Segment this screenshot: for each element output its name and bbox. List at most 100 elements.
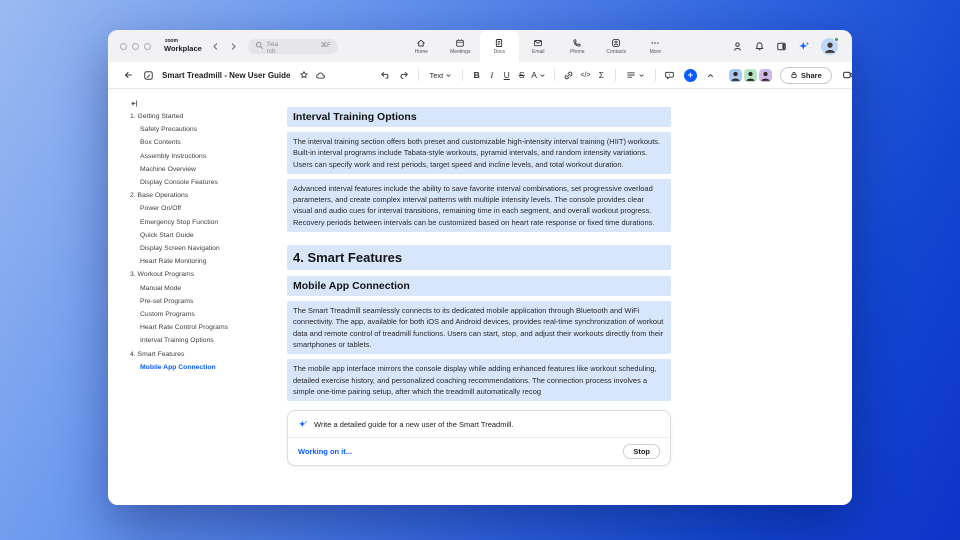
sync-status-button[interactable]	[312, 67, 328, 83]
collapse-sidebar-button[interactable]	[130, 97, 270, 110]
toc-item[interactable]: Safety Precautions	[108, 123, 270, 136]
toc-item-active[interactable]: Mobile App Connection	[108, 361, 270, 374]
tab-email[interactable]: Email	[519, 30, 558, 62]
toc-item[interactable]: Manual Mode	[108, 282, 270, 295]
divider	[418, 69, 420, 81]
doc-title[interactable]: Smart Treadmill - New User Guide	[162, 71, 290, 80]
tab-docs[interactable]: Docs	[479, 30, 519, 62]
code-button[interactable]: </>	[577, 72, 594, 79]
align-icon	[627, 72, 635, 78]
tab-phone[interactable]: Phone	[558, 30, 597, 62]
comment-button[interactable]	[662, 67, 678, 83]
toc-item[interactable]: Assembly Instructions	[108, 150, 270, 163]
doc-pen-icon	[143, 70, 153, 80]
search-placeholder: Search	[266, 40, 279, 56]
titlebar-right-actions	[732, 36, 852, 55]
doc-paragraph[interactable]: The Smart Treadmill seamlessly connects …	[287, 301, 671, 355]
nav-back-button[interactable]	[211, 42, 220, 51]
toc-item[interactable]: Machine Overview	[108, 163, 270, 176]
tab-meetings-label: Meetings	[450, 48, 471, 55]
font-color-dropdown[interactable]: A	[531, 70, 546, 80]
align-dropdown[interactable]	[626, 70, 645, 80]
tab-phone-label: Phone	[570, 48, 585, 55]
toc-item[interactable]: Pre-set Programs	[108, 295, 270, 308]
toc-item[interactable]: Custom Programs	[108, 308, 270, 321]
collapse-toolbar-button[interactable]	[703, 67, 719, 83]
doc-paragraph[interactable]: The interval training section offers bot…	[287, 132, 671, 174]
side-panel-toggle[interactable]	[776, 41, 787, 52]
toc-item[interactable]: Display Console Features	[108, 176, 270, 189]
favorite-button[interactable]	[296, 67, 312, 83]
formula-button[interactable]: Σ	[594, 70, 609, 80]
italic-button[interactable]: I	[484, 70, 499, 80]
share-label: Share	[800, 70, 822, 80]
back-arrow-icon	[125, 72, 132, 78]
window-close-button[interactable]	[120, 42, 127, 50]
toc-item[interactable]: Display Screen Navigation	[108, 242, 270, 255]
bell-icon	[755, 41, 764, 50]
tab-docs-label: Docs	[493, 48, 505, 55]
toc-item[interactable]: Emergency Stop Function	[108, 216, 270, 229]
window-zoom-button[interactable]	[144, 42, 151, 50]
toc-item[interactable]: 4. Smart Features	[108, 348, 270, 361]
divider	[553, 69, 555, 81]
zoom-workplace-window: zoom Workplace Search ⌘F Home Meetings D…	[108, 30, 852, 505]
font-color-label: A	[531, 70, 537, 80]
redo-button[interactable]	[396, 67, 412, 83]
lock-icon	[791, 71, 797, 79]
video-call-button[interactable]	[840, 67, 852, 83]
tab-meetings[interactable]: Meetings	[441, 30, 480, 62]
tab-more[interactable]: More	[636, 30, 675, 62]
doc-paragraph[interactable]: The mobile app interface mirrors the con…	[287, 359, 671, 402]
link-icon	[565, 71, 573, 79]
toc-item[interactable]: 2. Base Operations	[108, 189, 270, 202]
doc-toolbar-right: Share ⋯	[719, 66, 852, 84]
toc-item[interactable]: Power On/Off	[108, 202, 270, 215]
tab-home[interactable]: Home	[402, 30, 441, 62]
ai-companion-button[interactable]	[798, 40, 810, 52]
doc-back-button[interactable]	[120, 67, 136, 83]
tab-contacts[interactable]: Contacts	[597, 30, 636, 62]
profile-icon	[734, 41, 741, 51]
toc-item[interactable]: Quick Start Guide	[108, 229, 270, 242]
global-search-input[interactable]: Search ⌘F	[247, 38, 338, 56]
collaborator-avatars[interactable]	[728, 68, 772, 82]
link-button[interactable]	[561, 67, 577, 83]
search-icon	[255, 41, 263, 49]
text-style-dropdown[interactable]: Text	[429, 71, 452, 80]
ai-companion-panel: Write a detailed guide for a new user of…	[287, 410, 671, 467]
strikethrough-button[interactable]: S	[514, 70, 529, 80]
user-avatar[interactable]	[821, 36, 839, 55]
document-canvas[interactable]: Interval Training Options The interval t…	[270, 89, 852, 505]
doc-heading[interactable]: 4. Smart Features	[287, 245, 671, 271]
nav-forward-button[interactable]	[229, 42, 238, 51]
profile-button[interactable]	[732, 41, 743, 52]
ai-stop-button[interactable]: Stop	[623, 444, 660, 460]
insert-block-button[interactable]: +	[683, 68, 697, 82]
toc-item[interactable]: 1. Getting Started	[108, 110, 270, 123]
share-button[interactable]: Share	[779, 66, 832, 84]
undo-button[interactable]	[376, 67, 392, 83]
doc-toolbar: Smart Treadmill - New User Guide Text B	[108, 62, 852, 89]
ai-status-text: Working on it...	[298, 447, 353, 457]
toc-item[interactable]: Interval Training Options	[108, 334, 270, 347]
toc-item[interactable]: Heart Rate Control Programs	[108, 321, 270, 334]
notifications-button[interactable]	[754, 41, 765, 52]
doc-heading[interactable]: Interval Training Options	[287, 107, 671, 127]
window-minimize-button[interactable]	[132, 42, 139, 50]
underline-button[interactable]: U	[499, 70, 514, 80]
avatar-person-icon	[731, 71, 740, 81]
toc-item[interactable]: Heart Rate Monitoring	[108, 255, 270, 268]
collaborator-avatar[interactable]	[728, 68, 742, 82]
doc-switcher-button[interactable]	[140, 67, 156, 83]
collaborator-avatar[interactable]	[758, 68, 772, 82]
email-icon	[534, 39, 543, 46]
collaborator-avatar[interactable]	[743, 68, 757, 82]
bold-button[interactable]: B	[469, 70, 484, 80]
toc-item[interactable]: Box Contents	[108, 136, 270, 149]
doc-content: 1. Getting Started Safety Precautions Bo…	[108, 89, 852, 505]
docs-icon	[496, 38, 503, 47]
doc-heading[interactable]: Mobile App Connection	[287, 276, 671, 297]
toc-item[interactable]: 3. Workout Programs	[108, 268, 270, 281]
doc-paragraph[interactable]: Advanced interval features include the a…	[287, 178, 671, 233]
